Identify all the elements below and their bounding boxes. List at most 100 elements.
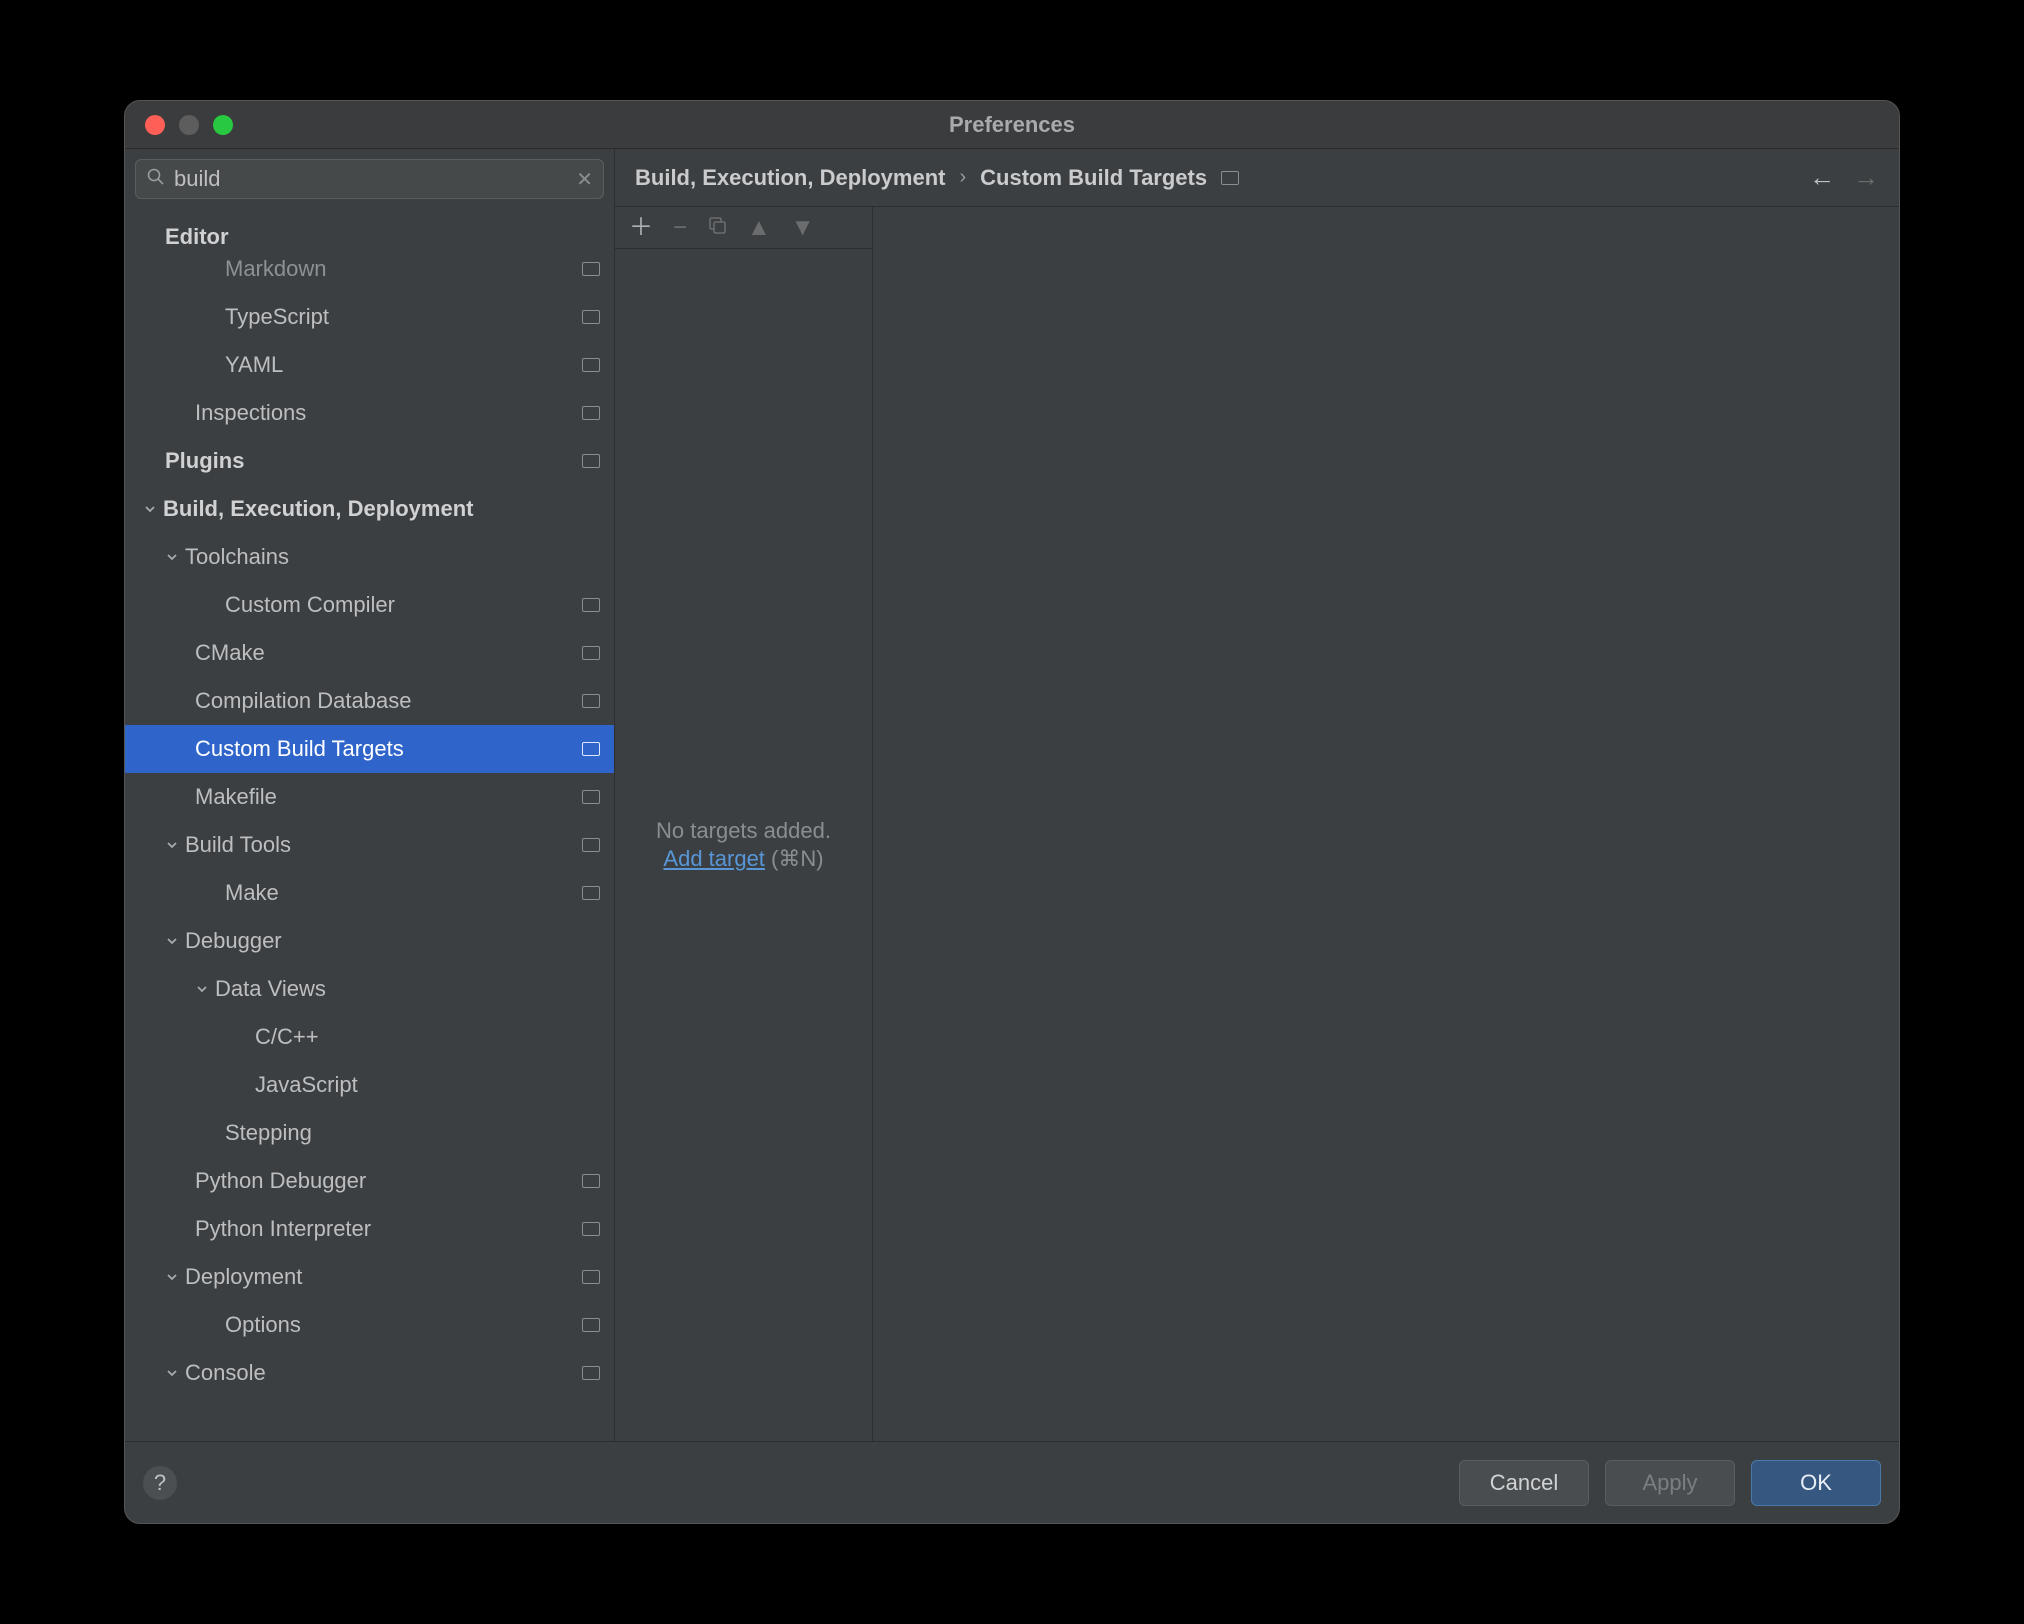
- remove-icon: −: [673, 216, 687, 240]
- tree-item-label: CMake: [195, 640, 582, 666]
- targets-toolbar: ＋ − ▲ ▼: [615, 207, 872, 249]
- tree-item[interactable]: Data Views: [125, 965, 614, 1013]
- tree-item-label: Console: [185, 1360, 582, 1386]
- project-scope-icon: [582, 1174, 600, 1188]
- tree-item-label: Custom Build Targets: [195, 736, 582, 762]
- project-scope-icon: [1221, 171, 1239, 185]
- window-body: ✕ EditorMarkdownTypeScriptYAMLInspection…: [125, 149, 1899, 1441]
- project-scope-icon: [582, 310, 600, 324]
- move-up-icon: ▲: [747, 216, 771, 240]
- project-scope-icon: [582, 1270, 600, 1284]
- add-target-row: Add target (⌘N): [663, 846, 823, 872]
- tree-item[interactable]: YAML: [125, 341, 614, 389]
- search-field[interactable]: ✕: [135, 159, 604, 199]
- search-input[interactable]: [166, 166, 576, 192]
- add-icon[interactable]: ＋: [629, 216, 653, 240]
- tree-item[interactable]: Python Debugger: [125, 1157, 614, 1205]
- project-scope-icon: [582, 838, 600, 852]
- breadcrumb: Build, Execution, Deployment › Custom Bu…: [615, 149, 1899, 207]
- tree-item[interactable]: Console: [125, 1349, 614, 1397]
- search-wrap: ✕: [125, 149, 614, 209]
- move-down-icon: ▼: [791, 216, 815, 240]
- tree-item[interactable]: Build Tools: [125, 821, 614, 869]
- breadcrumb-nav: ← →: [1809, 162, 1879, 193]
- tree-item-label: Make: [225, 880, 582, 906]
- titlebar: Preferences: [125, 101, 1899, 149]
- tree-item-label: Data Views: [215, 976, 600, 1002]
- targets-column: ＋ − ▲ ▼ No targets added. Add target (⌘N…: [615, 207, 873, 1441]
- clear-search-icon[interactable]: ✕: [576, 167, 593, 192]
- chevron-down-icon[interactable]: [165, 550, 179, 564]
- apply-button: Apply: [1605, 1460, 1735, 1506]
- project-scope-icon: [582, 598, 600, 612]
- tree-item[interactable]: Debugger: [125, 917, 614, 965]
- close-icon[interactable]: [145, 115, 165, 135]
- project-scope-icon: [582, 790, 600, 804]
- add-target-link[interactable]: Add target: [663, 846, 765, 871]
- tree-item[interactable]: Options: [125, 1301, 614, 1349]
- tree-item[interactable]: Inspections: [125, 389, 614, 437]
- maximize-icon[interactable]: [213, 115, 233, 135]
- chevron-down-icon[interactable]: [143, 502, 157, 516]
- tree-item-label: YAML: [225, 352, 582, 378]
- chevron-down-icon[interactable]: [165, 934, 179, 948]
- project-scope-icon: [582, 694, 600, 708]
- target-detail-panel: [873, 207, 1899, 1441]
- tree-item-label: Inspections: [195, 400, 582, 426]
- breadcrumb-current: Custom Build Targets: [980, 165, 1207, 191]
- cancel-button[interactable]: Cancel: [1459, 1460, 1589, 1506]
- preferences-window: Preferences ✕ EditorMarkdownTypeScriptYA…: [124, 100, 1900, 1524]
- tree-item[interactable]: Stepping: [125, 1109, 614, 1157]
- tree-item[interactable]: Custom Build Targets: [125, 725, 614, 773]
- tree-item-label: Python Debugger: [195, 1168, 582, 1194]
- project-scope-icon: [582, 1318, 600, 1332]
- tree-item-label: Build, Execution, Deployment: [163, 496, 600, 522]
- project-scope-icon: [582, 742, 600, 756]
- chevron-down-icon[interactable]: [165, 838, 179, 852]
- tree-item-label: Build Tools: [185, 832, 582, 858]
- tree-item-label: Plugins: [165, 448, 582, 474]
- add-target-shortcut: (⌘N): [771, 846, 824, 871]
- nav-back-icon[interactable]: ←: [1809, 162, 1835, 193]
- project-scope-icon: [582, 406, 600, 420]
- chevron-down-icon[interactable]: [195, 982, 209, 996]
- help-button[interactable]: ?: [143, 1466, 177, 1500]
- tree-item[interactable]: Python Interpreter: [125, 1205, 614, 1253]
- project-scope-icon: [582, 454, 600, 468]
- tree-item-label: Compilation Database: [195, 688, 582, 714]
- tree-item[interactable]: JavaScript: [125, 1061, 614, 1109]
- tree-item-label: TypeScript: [225, 304, 582, 330]
- tree-item-label: Deployment: [185, 1264, 582, 1290]
- tree-item[interactable]: Make: [125, 869, 614, 917]
- tree-item[interactable]: Deployment: [125, 1253, 614, 1301]
- tree-item[interactable]: C/C++: [125, 1013, 614, 1061]
- chevron-down-icon[interactable]: [165, 1270, 179, 1284]
- settings-tree[interactable]: EditorMarkdownTypeScriptYAMLInspectionsP…: [125, 209, 614, 1441]
- tree-item[interactable]: CMake: [125, 629, 614, 677]
- minimize-icon[interactable]: [179, 115, 199, 135]
- copy-icon: [707, 215, 727, 240]
- tree-item[interactable]: Custom Compiler: [125, 581, 614, 629]
- tree-item-label: Stepping: [225, 1120, 600, 1146]
- breadcrumb-parent[interactable]: Build, Execution, Deployment: [635, 165, 945, 191]
- tree-item[interactable]: Plugins: [125, 437, 614, 485]
- tree-item-label: Custom Compiler: [225, 592, 582, 618]
- tree-item[interactable]: Build, Execution, Deployment: [125, 485, 614, 533]
- targets-empty-state: No targets added. Add target (⌘N): [615, 249, 872, 1441]
- chevron-down-icon[interactable]: [165, 1366, 179, 1380]
- search-icon: [146, 167, 166, 192]
- empty-text: No targets added.: [656, 818, 831, 844]
- tree-item-label: Makefile: [195, 784, 582, 810]
- tree-item[interactable]: Toolchains: [125, 533, 614, 581]
- tree-item-label: Toolchains: [185, 544, 600, 570]
- tree-item[interactable]: Compilation Database: [125, 677, 614, 725]
- project-scope-icon: [582, 646, 600, 660]
- content-area: ＋ − ▲ ▼ No targets added. Add target (⌘N…: [615, 207, 1899, 1441]
- nav-forward-icon: →: [1853, 162, 1879, 193]
- tree-item[interactable]: TypeScript: [125, 293, 614, 341]
- window-controls: [125, 115, 233, 135]
- ok-button[interactable]: OK: [1751, 1460, 1881, 1506]
- project-scope-icon: [582, 1366, 600, 1380]
- tree-item[interactable]: Markdown: [125, 245, 614, 293]
- tree-item[interactable]: Makefile: [125, 773, 614, 821]
